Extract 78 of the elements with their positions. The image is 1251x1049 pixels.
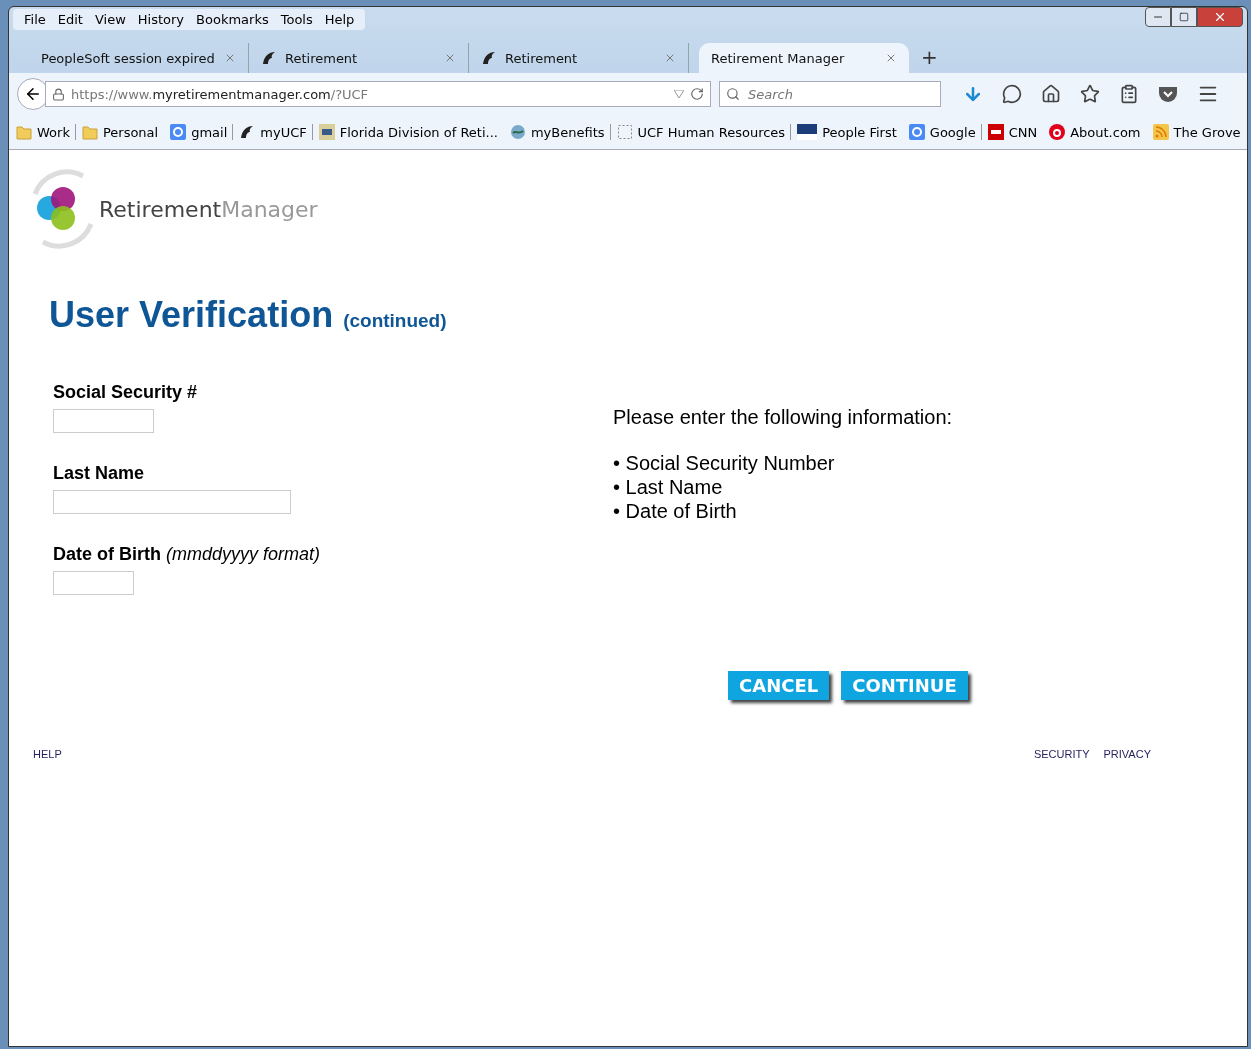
page-title: User Verification: [49, 294, 334, 336]
reading-list-icon[interactable]: [1119, 84, 1139, 104]
star-icon[interactable]: [1080, 84, 1100, 104]
folder-icon: [16, 124, 32, 140]
maximize-button[interactable]: [1171, 7, 1197, 27]
about-icon: [1049, 124, 1066, 140]
logo-text: RetirementManager: [99, 196, 318, 222]
bookmark-link[interactable]: People First: [794, 124, 903, 140]
dropdown-icon[interactable]: [674, 90, 684, 98]
tab-title: Retirement: [285, 50, 359, 66]
menu-item[interactable]: File: [19, 12, 51, 27]
bookmark-link[interactable]: gmail: [167, 124, 234, 140]
search-field[interactable]: Search: [719, 81, 941, 107]
menu-item[interactable]: Edit: [52, 12, 88, 27]
menu-item[interactable]: Help: [319, 12, 360, 27]
address-bar[interactable]: https://www.myretirementmanager.com/?UCF: [45, 81, 711, 107]
globe-icon: [509, 124, 526, 140]
browser-tab[interactable]: Retirement Manager: [699, 43, 909, 73]
instruction-text: Please enter the following information:: [613, 406, 953, 429]
tab-title: Retirement: [505, 50, 579, 66]
list-item: • Social Security Number: [613, 451, 836, 475]
flag-icon: [797, 124, 818, 140]
bookmark-link[interactable]: Florida Division of Reti...: [315, 124, 504, 140]
bookmark-link[interactable]: About.com: [1046, 124, 1147, 140]
close-icon: [1213, 10, 1227, 24]
url-text: https://www.myretirementmanager.com/?UCF: [71, 86, 370, 102]
close-button[interactable]: [1197, 7, 1243, 27]
menu-item[interactable]: History: [132, 12, 190, 27]
lock-icon: [52, 87, 65, 101]
pegasus-icon: [239, 124, 256, 140]
folder-icon: [81, 124, 98, 140]
list-item: • Last Name: [613, 475, 724, 499]
bookmark-link[interactable]: UCF Human Resources: [613, 124, 792, 140]
new-tab-button[interactable]: +: [909, 45, 950, 73]
list-item: • Date of Birth: [613, 499, 738, 523]
tab-title: Retirement Manager: [711, 50, 846, 66]
menu-item[interactable]: Bookmarks: [191, 12, 274, 27]
close-icon[interactable]: [664, 52, 676, 64]
bookmark-link[interactable]: myBenefits: [506, 124, 611, 140]
search-icon: [726, 87, 740, 101]
field-label: Date of Birth (mmddyyyy format): [53, 544, 322, 565]
rss-icon: [1152, 124, 1169, 140]
minimize-button[interactable]: [1145, 7, 1171, 27]
field-label: Social Security #: [53, 382, 199, 403]
cnn-icon: [987, 124, 1004, 140]
blank-page-icon: [616, 124, 633, 140]
pocket-icon[interactable]: [1158, 85, 1178, 103]
bookmark-link[interactable]: The Grove: [1149, 124, 1247, 140]
frs-icon: [318, 124, 335, 140]
close-icon[interactable]: [444, 52, 456, 64]
reload-icon[interactable]: [690, 87, 704, 101]
back-icon: [24, 85, 42, 103]
chat-icon[interactable]: [1002, 84, 1022, 104]
menu-item[interactable]: View: [89, 12, 131, 27]
bookmark-link[interactable]: Google: [905, 124, 982, 140]
input-field[interactable]: [53, 571, 134, 595]
field-label: Last Name: [53, 463, 146, 484]
bookmark-link[interactable]: myUCF: [236, 124, 313, 140]
home-icon[interactable]: [1041, 84, 1061, 104]
maximize-icon: [1179, 12, 1189, 22]
title-note: (continued): [343, 310, 447, 332]
pegasus-icon: [261, 50, 277, 66]
footer-link[interactable]: PRIVACY: [1103, 748, 1151, 760]
input-field[interactable]: [53, 409, 154, 433]
google-icon: [908, 124, 925, 140]
close-icon[interactable]: [224, 52, 236, 64]
bookmark-link[interactable]: Work: [13, 124, 76, 140]
bookmark-link[interactable]: Personal: [78, 124, 165, 140]
download-icon[interactable]: [963, 84, 983, 104]
menu-item[interactable]: Tools: [275, 12, 318, 27]
tab-title: PeopleSoft session expired: [41, 50, 216, 66]
close-icon[interactable]: [885, 52, 897, 64]
footer-link[interactable]: SECURITY: [1033, 748, 1090, 760]
input-field[interactable]: [53, 490, 291, 514]
bookmark-link[interactable]: CNN: [984, 124, 1044, 140]
footer-link[interactable]: HELP: [33, 748, 62, 760]
pegasus-icon: [481, 50, 497, 66]
google-icon: [170, 124, 187, 140]
